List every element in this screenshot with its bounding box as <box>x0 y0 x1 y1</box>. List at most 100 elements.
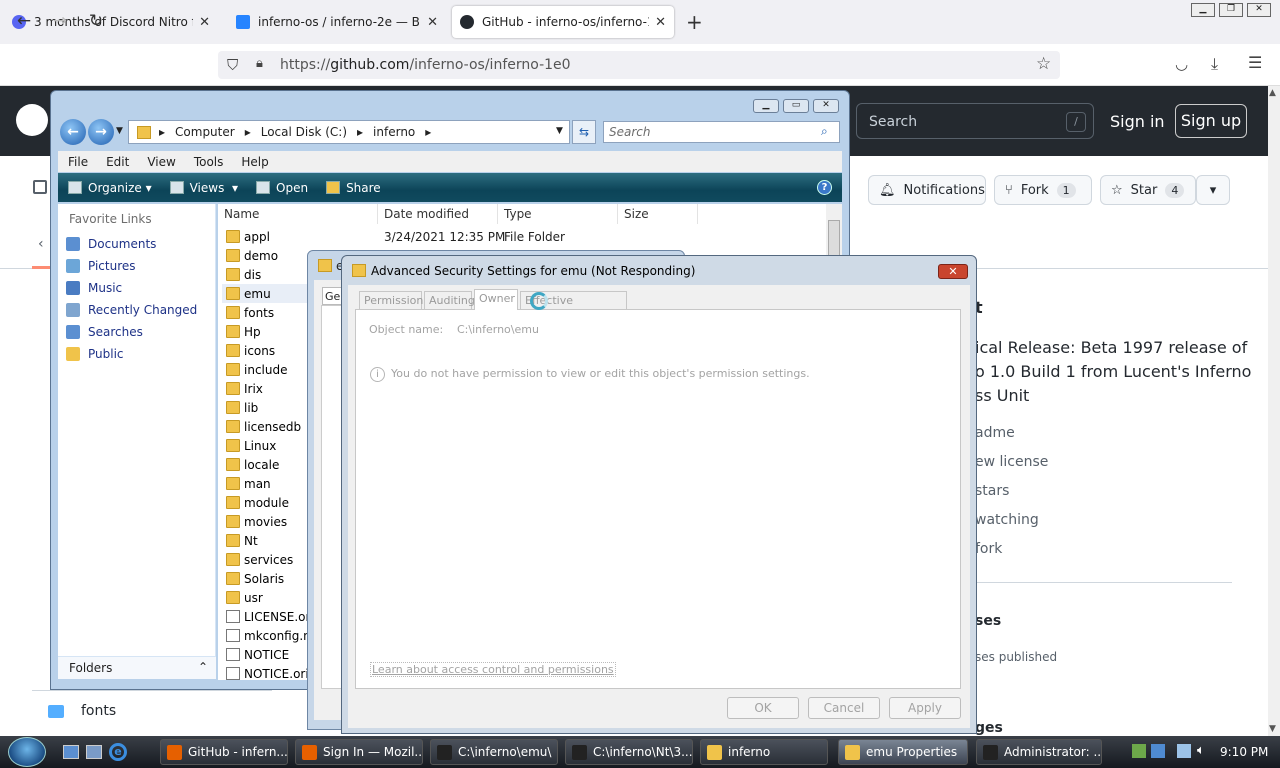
learn-more-link[interactable]: Learn about access control and permissio… <box>370 662 616 677</box>
url-text[interactable]: https://github.com/inferno-os/inferno-1e… <box>280 57 571 73</box>
menu-edit[interactable]: Edit <box>106 155 129 169</box>
cancel-button[interactable]: Cancel <box>808 697 880 719</box>
sign-in-link[interactable]: Sign in <box>1110 112 1165 131</box>
views-button[interactable]: Views ▾ <box>169 181 238 195</box>
forward-arrow-icon[interactable]: → <box>88 119 114 145</box>
address-dropdown-icon[interactable]: ▼ <box>556 126 563 136</box>
fav-music[interactable]: Music <box>66 281 122 295</box>
readme-link[interactable]: adme <box>975 425 1015 441</box>
refresh-icon[interactable]: ⇆ <box>572 120 596 144</box>
apply-button[interactable]: Apply <box>889 697 961 719</box>
scroll-up-icon[interactable]: ▲ <box>1269 88 1276 98</box>
switch-windows-icon[interactable] <box>86 745 102 759</box>
fork-button[interactable]: ⑂ Fork 1 <box>994 175 1092 205</box>
volume-icon[interactable]: 🔈︎ <box>1197 743 1205 758</box>
menu-help[interactable]: Help <box>241 155 268 169</box>
github-search-input[interactable]: Search <box>856 103 1094 139</box>
bookmark-star-icon[interactable]: ☆ <box>1036 54 1051 74</box>
forward-arrow-icon[interactable]: → <box>48 9 72 33</box>
taskbar-button[interactable]: inferno <box>700 739 828 765</box>
lock-icon[interactable]: 🔒︎ <box>256 56 263 71</box>
maximize-button[interactable]: ▭ <box>783 99 809 113</box>
browser-tab-bitbucket[interactable]: inferno-os / inferno-2e — Bitbu ✕ <box>228 6 446 38</box>
fav-public[interactable]: Public <box>66 347 124 361</box>
close-icon[interactable]: ✕ <box>655 15 666 30</box>
sign-up-button[interactable]: Sign up <box>1175 104 1247 138</box>
close-icon[interactable]: ✕ <box>199 15 210 30</box>
column-type[interactable]: Type <box>498 204 618 224</box>
organize-button[interactable]: Organize ▾ <box>68 181 152 195</box>
taskbar-button[interactable]: C:\inferno\emu\ <box>430 739 558 765</box>
chevron-down-icon[interactable]: ▼ <box>116 126 123 136</box>
menu-icon[interactable]: ☰ <box>1248 53 1262 72</box>
tray-app-icon[interactable] <box>1151 744 1165 758</box>
browser-tab-github[interactable]: GitHub - inferno-os/inferno-1e0 ✕ <box>452 6 674 38</box>
taskbar-button[interactable]: Sign In — Mozil... <box>295 739 423 765</box>
tab-permissions[interactable]: Permissions <box>359 291 429 309</box>
packages-heading[interactable]: ges <box>975 720 1003 736</box>
taskbar-button[interactable]: emu Properties <box>838 739 968 765</box>
back-arrow-icon[interactable]: ← <box>12 9 36 33</box>
watching-link[interactable]: watching <box>975 512 1039 528</box>
file-row[interactable]: appl <box>222 227 502 246</box>
releases-heading[interactable]: ses <box>975 613 1001 629</box>
column-name[interactable]: Name <box>218 204 378 224</box>
show-desktop-icon[interactable] <box>63 745 79 759</box>
chevron-left-icon[interactable]: ‹ <box>38 236 44 252</box>
github-logo-icon[interactable] <box>16 104 48 136</box>
fav-documents[interactable]: Documents <box>66 237 156 251</box>
share-button[interactable]: Share <box>326 181 381 195</box>
ok-button[interactable]: OK <box>727 697 799 719</box>
fav-recently-changed[interactable]: Recently Changed <box>66 303 197 317</box>
internet-explorer-icon[interactable]: e <box>109 743 127 761</box>
close-icon[interactable]: ✕ <box>938 264 968 279</box>
close-window-button[interactable]: ✕ <box>813 99 839 113</box>
search-icon[interactable]: ⌕ <box>821 124 828 139</box>
tray-network-icon[interactable] <box>1132 744 1146 758</box>
close-window-button[interactable]: ✕ <box>1247 3 1271 17</box>
breadcrumb-local-disk[interactable]: Local Disk (C:) <box>261 125 347 139</box>
star-button[interactable]: ☆ Star 4 <box>1100 175 1196 205</box>
browser-tab-discord[interactable]: 3 months of Discord Nitro free ✕ <box>4 6 218 38</box>
minimize-button[interactable]: ▁ <box>1191 3 1215 17</box>
shield-icon[interactable]: ⛉ <box>227 56 238 74</box>
taskbar-button[interactable]: Administrator: ... <box>976 739 1102 765</box>
restore-button[interactable]: ❐ <box>1219 3 1243 17</box>
new-tab-button[interactable]: + <box>686 10 703 34</box>
taskbar-button[interactable]: C:\inferno\Nt\3... <box>565 739 693 765</box>
search-input[interactable]: Search <box>603 121 840 143</box>
clock[interactable]: 9:10 PM <box>1220 745 1268 759</box>
tray-monitor-icon[interactable] <box>1177 744 1191 758</box>
help-icon[interactable]: ? <box>817 180 832 195</box>
column-date-modified[interactable]: Date modified <box>378 204 498 224</box>
reload-icon[interactable]: ↻ <box>84 9 108 33</box>
fav-pictures[interactable]: Pictures <box>66 259 136 273</box>
breadcrumb-computer[interactable]: Computer <box>175 125 235 139</box>
menu-file[interactable]: File <box>68 155 88 169</box>
scrollbar-thumb[interactable] <box>828 220 840 260</box>
breadcrumb-inferno[interactable]: inferno <box>373 125 415 139</box>
taskbar-button[interactable]: GitHub - infern... <box>160 739 288 765</box>
start-button[interactable] <box>8 737 46 767</box>
folders-toggle[interactable]: Folders ⌃ <box>58 656 216 679</box>
forks-link[interactable]: fork <box>975 541 1002 557</box>
download-icon[interactable]: ⤓ <box>1211 54 1218 74</box>
close-icon[interactable]: ✕ <box>427 15 438 30</box>
address-bar[interactable]: ▸ Computer ▸ Local Disk (C:) ▸ inferno ▸ <box>128 120 570 144</box>
notifications-button[interactable]: 🔔︎ Notifications <box>868 175 986 205</box>
tab-auditing[interactable]: Auditing <box>424 291 475 309</box>
open-button[interactable]: Open <box>256 181 308 195</box>
menu-tools[interactable]: Tools <box>194 155 224 169</box>
minimize-button[interactable]: ▁ <box>753 99 779 113</box>
menu-view[interactable]: View <box>147 155 175 169</box>
license-link[interactable]: ew license <box>975 454 1048 470</box>
tab-owner[interactable]: Owner <box>474 289 518 310</box>
column-size[interactable]: Size <box>618 204 698 224</box>
pocket-icon[interactable]: ◡ <box>1175 55 1188 73</box>
fav-searches[interactable]: Searches <box>66 325 143 339</box>
file-row-fonts[interactable]: fonts <box>81 703 116 719</box>
scroll-down-icon[interactable]: ▼ <box>1269 724 1276 734</box>
stars-link[interactable]: stars <box>975 483 1009 499</box>
star-dropdown-button[interactable]: ▾ <box>1196 175 1230 205</box>
page-scrollbar[interactable] <box>1268 86 1280 736</box>
